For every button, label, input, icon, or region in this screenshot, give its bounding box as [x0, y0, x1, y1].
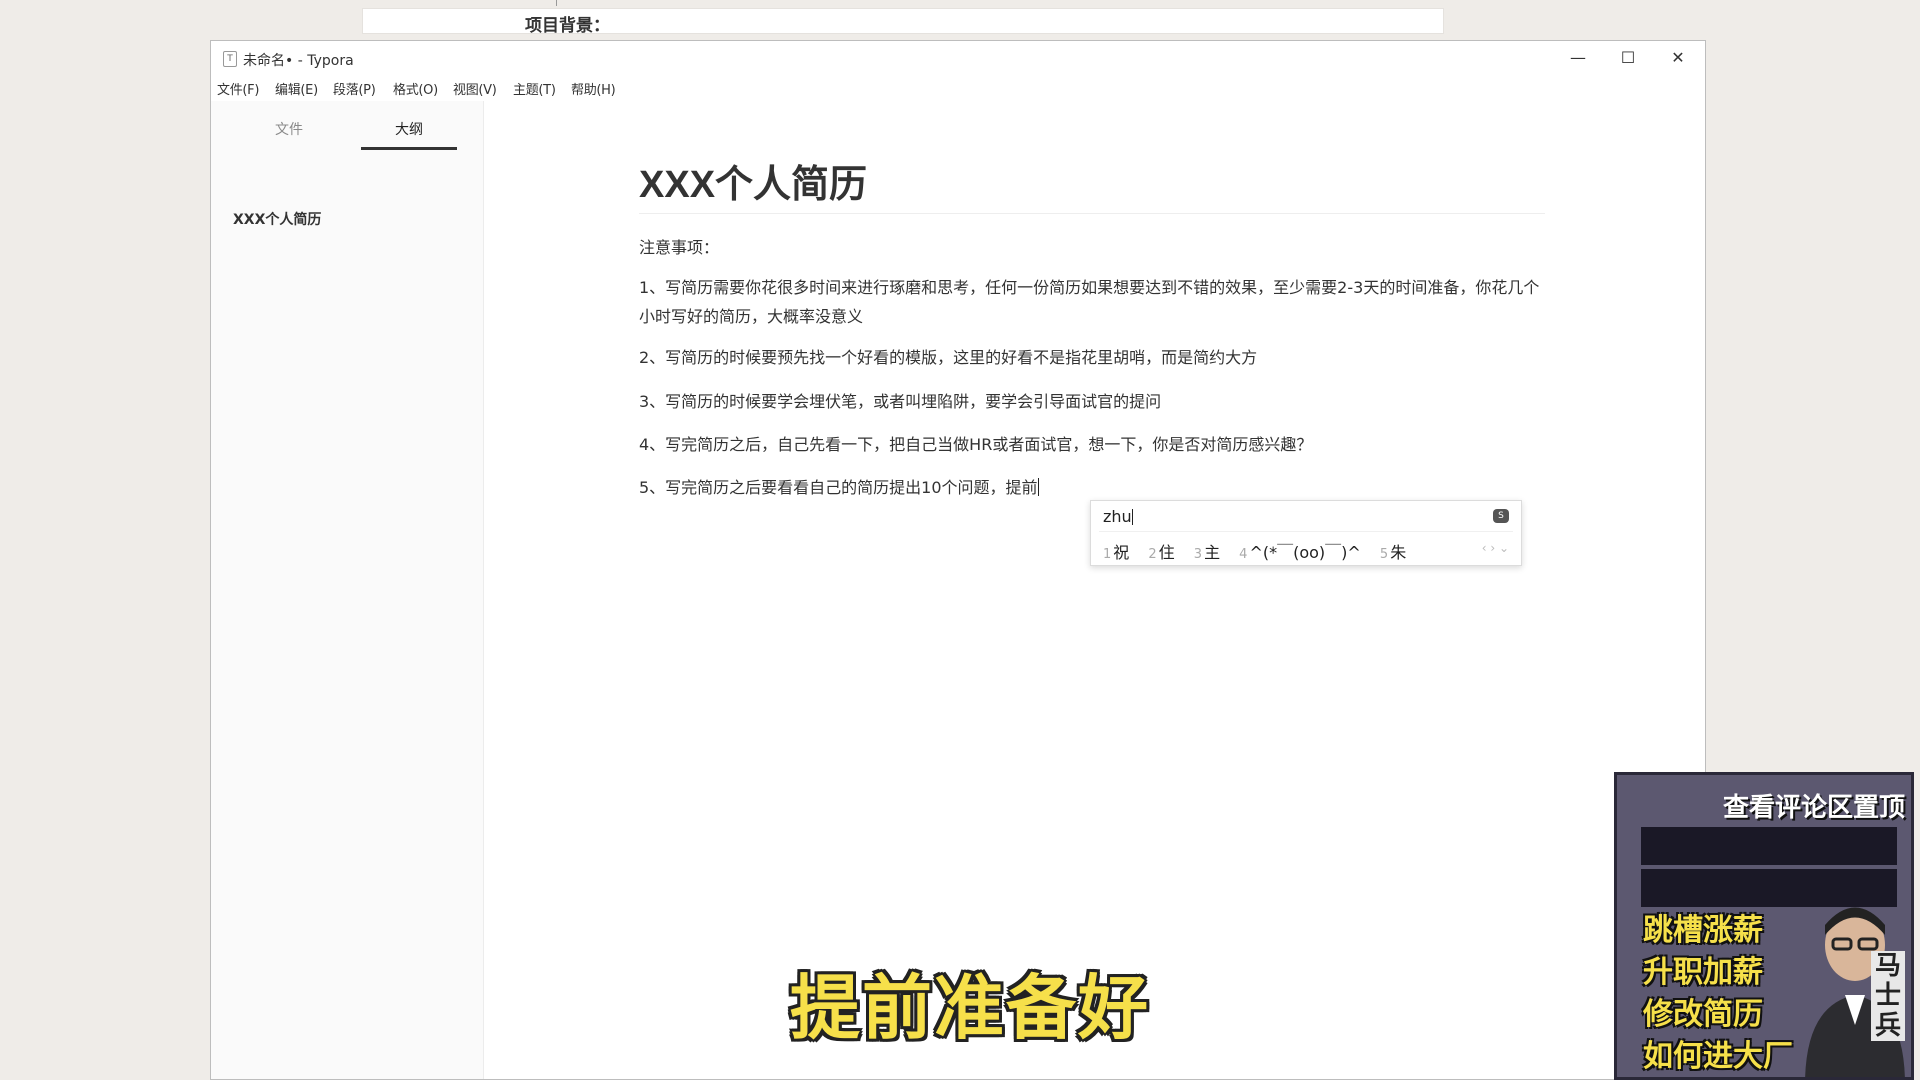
note-item-5-text: 5、写完简历之后要看看自己的简历提出10个问题，提前 — [639, 478, 1038, 497]
ime-candidate-popup: zhu S 1祝 2住 3主 4 ^(*￣(oo)￣)^ 5朱 ‹ › ⌄ — [1090, 500, 1522, 566]
ime-candidate-3[interactable]: 3主 — [1194, 539, 1220, 563]
tab-outline[interactable]: 大纲 — [361, 119, 457, 139]
sidebar: 文件 大纲 XXX个人简历 — [211, 101, 484, 1079]
note-heading[interactable]: 注意事项： — [639, 233, 1549, 262]
text-caret — [1037, 478, 1039, 496]
active-tab-indicator — [361, 147, 457, 150]
ime-page-nav[interactable]: ‹ › ⌄ — [1482, 541, 1509, 555]
note-item-3[interactable]: 3、写简历的时候要学会埋伏笔，或者叫埋陷阱，要学会引导面试官的提问 — [639, 387, 1549, 416]
promo-line-1: 跳槽涨薪 — [1643, 913, 1763, 948]
menu-theme[interactable]: 主题(T) — [513, 79, 556, 98]
menu-bar: 文件(F) 编辑(E) 段落(P) 格式(O) 视图(V) 主题(T) 帮助(H… — [211, 75, 1705, 101]
ime-candidate-1[interactable]: 1祝 — [1103, 539, 1129, 563]
note-item-4[interactable]: 4、写完简历之后，自己先看一下，把自己当做HR或者面试官，想一下，你是否对简历感… — [639, 430, 1549, 459]
ime-caret — [1131, 509, 1133, 525]
note-item-1[interactable]: 1、写简历需要你花很多时间来进行琢磨和思考，任何一份简历如果想要达到不错的效果，… — [639, 273, 1549, 331]
menu-paragraph[interactable]: 段落(P) — [333, 79, 376, 98]
maximize-button[interactable]: ☐ — [1605, 45, 1651, 71]
promo-line-3: 修改简历 — [1643, 997, 1763, 1032]
promo-headline: 查看评论区置顶 — [1723, 793, 1906, 823]
window-title: 未命名• - Typora — [243, 53, 354, 69]
title-bar[interactable]: T 未命名• - Typora — ☐ ✕ — [211, 41, 1705, 75]
title-divider — [639, 213, 1545, 214]
ime-composition: zhu — [1103, 507, 1133, 526]
ime-candidate-list: 1祝 2住 3主 4 ^(*￣(oo)￣)^ 5朱 — [1103, 539, 1509, 563]
editor-area[interactable]: XXX个人简历 注意事项： 1、写简历需要你花很多时间来进行琢磨和思考，任何一份… — [483, 101, 1705, 1079]
menu-format[interactable]: 格式(O) — [393, 79, 438, 98]
ime-candidate-2[interactable]: 2住 — [1148, 539, 1174, 563]
promo-line-4: 如何进大厂 — [1643, 1039, 1793, 1074]
menu-view[interactable]: 视图(V) — [453, 79, 497, 98]
ime-divider — [1099, 531, 1513, 532]
note-item-5[interactable]: 5、写完简历之后要看看自己的简历提出10个问题，提前 — [639, 473, 1549, 502]
promo-band — [1641, 827, 1897, 865]
ime-candidate-4[interactable]: 4 ^(*￣(oo)￣)^ — [1239, 539, 1361, 563]
ime-composition-text: zhu — [1103, 507, 1132, 526]
note-item-2[interactable]: 2、写简历的时候要预先找一个好看的模版，这里的好看不是指花里胡哨，而是简约大方 — [639, 343, 1549, 372]
close-button[interactable]: ✕ — [1655, 45, 1701, 71]
background-document-strip: 项目背景： — [362, 8, 1444, 36]
promo-line-2: 升职加薪 — [1643, 955, 1763, 990]
menu-help[interactable]: 帮助(H) — [571, 79, 616, 98]
promo-overlay: 查看评论区置顶 跳槽涨薪 升职加薪 修改简历 如何进大厂 马士兵 — [1614, 772, 1914, 1080]
ime-candidate-5[interactable]: 5朱 — [1380, 539, 1406, 563]
minimize-button[interactable]: — — [1555, 45, 1601, 71]
ime-logo-icon: S — [1493, 509, 1509, 523]
video-subtitle: 提前准备好 — [790, 967, 1150, 1049]
outline-item[interactable]: XXX个人简历 — [233, 209, 321, 229]
menu-file[interactable]: 文件(F) — [217, 79, 259, 98]
tab-files[interactable]: 文件 — [241, 119, 337, 139]
presenter-name: 马士兵 — [1871, 951, 1905, 1041]
document-title[interactable]: XXX个人简历 — [639, 153, 867, 208]
menu-edit[interactable]: 编辑(E) — [275, 79, 318, 98]
background-cursor — [556, 0, 561, 6]
typora-app-icon: T — [223, 51, 237, 67]
background-heading: 项目背景： — [525, 16, 610, 36]
